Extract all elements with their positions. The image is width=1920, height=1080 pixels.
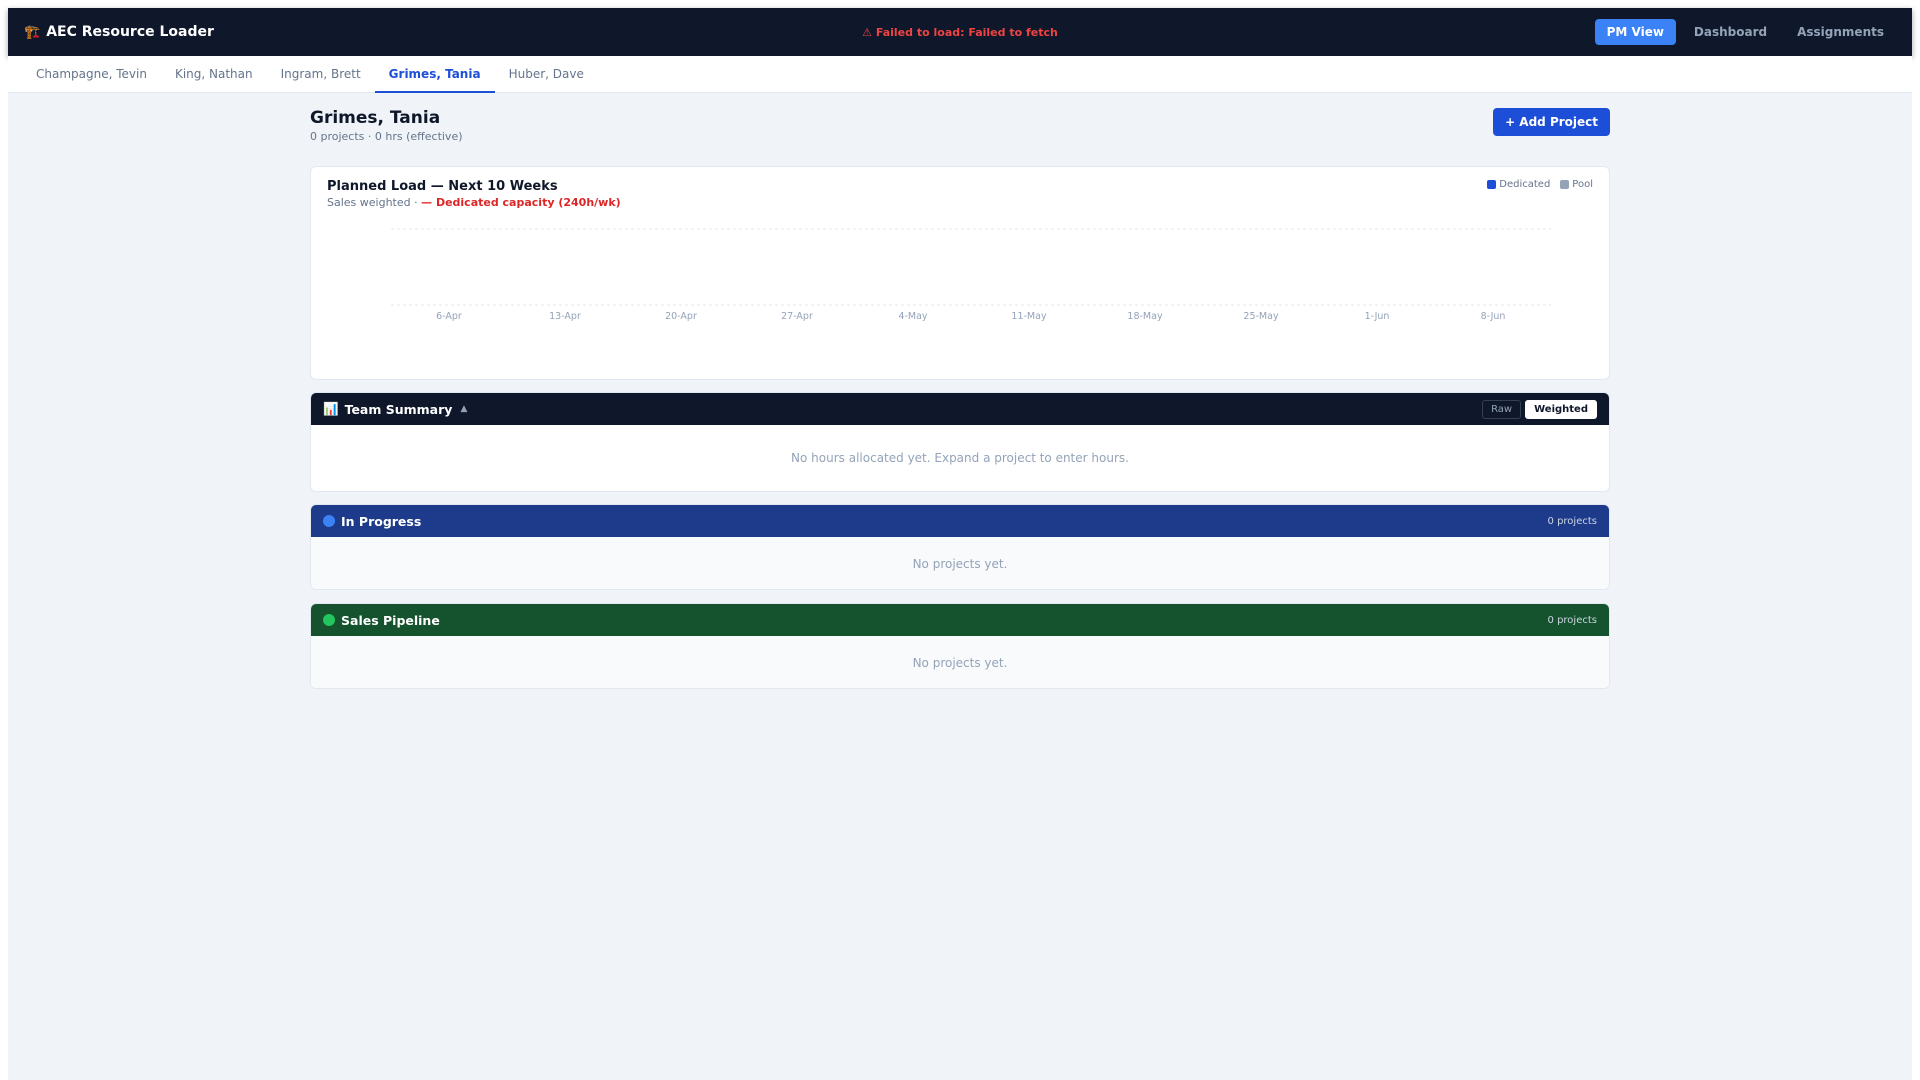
page-header: Grimes, Tania 0 projects · 0 hrs (effect… (310, 108, 1610, 152)
toggle-raw-button[interactable]: Raw (1482, 399, 1522, 419)
page-title: Grimes, Tania (310, 108, 441, 128)
team-summary-empty: No hours allocated yet. Expand a project… (311, 425, 1609, 491)
sales-pipeline-empty: No projects yet. (311, 636, 1609, 688)
planned-load-chart: 6-Apr 13-Apr 20-Apr 27-Apr 4-May 11-May 18-May… (391, 228, 1551, 322)
sales-pipeline-title-wrap: Sales Pipeline (323, 613, 440, 628)
x-tick-label: 13-Apr (549, 311, 581, 322)
green-circle-icon (323, 614, 335, 626)
x-tick-label: 25-May (1243, 311, 1279, 322)
nav-assignments-button[interactable]: Assignments (1785, 19, 1896, 45)
team-summary-title: Team Summary (344, 401, 453, 417)
in-progress-title-wrap: In Progress (323, 514, 421, 529)
tab-ingram-brett[interactable]: Ingram, Brett (267, 56, 375, 93)
legend-item-dedicated: Dedicated (1487, 179, 1550, 190)
app-title: AEC Resource Loader (46, 24, 214, 40)
in-progress-empty: No projects yet. (311, 537, 1609, 589)
team-summary-header[interactable]: 📊 Team Summary ▲ Raw Weighted (311, 393, 1609, 425)
legend-label-dedicated: Dedicated (1499, 179, 1551, 190)
tab-champagne-tevin[interactable]: Champagne, Tevin (22, 56, 161, 93)
x-tick-label: 6-Apr (436, 311, 462, 322)
in-progress-title: In Progress (341, 513, 422, 529)
legend-swatch-pool (1560, 180, 1570, 189)
planned-load-chart-card: Planned Load — Next 10 Weeks Sales weigh… (310, 166, 1610, 380)
x-tick-label: 4-May (898, 311, 927, 322)
main-content: Grimes, Tania 0 projects · 0 hrs (effect… (310, 108, 1610, 689)
sales-pipeline-count: 0 projects (1547, 614, 1597, 626)
team-summary-section: 📊 Team Summary ▲ Raw Weighted No hours a… (310, 392, 1610, 492)
app-brand: 🏗️ AEC Resource Loader (24, 8, 214, 56)
chart-subtitle: Sales weighted · — Dedicated capacity (2… (327, 196, 621, 209)
legend-label-pool: Pool (1572, 179, 1593, 190)
nav-pm-view-button[interactable]: PM View (1594, 19, 1676, 45)
top-bar: 🏗️ AEC Resource Loader ⚠ Failed to load:… (8, 8, 1912, 56)
toggle-weighted-button[interactable]: Weighted (1525, 399, 1597, 419)
x-tick-label: 1-Jun (1365, 311, 1390, 322)
sales-pipeline-title: Sales Pipeline (341, 612, 440, 628)
sales-pipeline-section: Sales Pipeline 0 projects No projects ye… (310, 603, 1610, 689)
legend-swatch-dedicated (1487, 180, 1497, 189)
raw-weighted-toggle: Raw Weighted (1482, 399, 1597, 419)
chart-legend: Dedicated Pool (1487, 179, 1593, 190)
blue-circle-icon (323, 515, 335, 527)
in-progress-header[interactable]: In Progress 0 projects (311, 505, 1609, 537)
chevron-up-icon[interactable]: ▲ (460, 404, 467, 414)
x-tick-label: 27-Apr (781, 311, 813, 322)
bar-chart-icon: 📊 (323, 401, 339, 416)
chart-subtitle-prefix: Sales weighted · (327, 196, 422, 209)
add-project-button[interactable]: + Add Project (1493, 108, 1610, 136)
tab-grimes-tania[interactable]: Grimes, Tania (374, 56, 495, 93)
in-progress-count: 0 projects (1547, 515, 1597, 527)
chart-capacity-label: — Dedicated capacity (240h/wk) (421, 196, 621, 209)
x-tick-label: 20-Apr (665, 311, 697, 322)
legend-item-pool: Pool (1560, 179, 1593, 190)
construction-crane-icon: 🏗️ (24, 24, 41, 40)
x-tick-label: 11-May (1011, 311, 1047, 322)
team-summary-title-wrap: 📊 Team Summary ▲ (323, 401, 467, 417)
tab-huber-dave[interactable]: Huber, Dave (495, 56, 598, 93)
chart-title: Planned Load — Next 10 Weeks (327, 179, 558, 194)
top-nav: PM View Dashboard Assignments (1594, 8, 1896, 56)
x-tick-label: 18-May (1127, 311, 1163, 322)
page-subtitle: 0 projects · 0 hrs (effective) (310, 130, 463, 143)
nav-dashboard-button[interactable]: Dashboard (1682, 19, 1779, 45)
tab-king-nathan[interactable]: King, Nathan (161, 56, 267, 93)
in-progress-section: In Progress 0 projects No projects yet. (310, 504, 1610, 590)
app-root: 🏗️ AEC Resource Loader ⚠ Failed to load:… (8, 8, 1912, 1080)
sales-pipeline-header[interactable]: Sales Pipeline 0 projects (311, 604, 1609, 636)
error-message: ⚠ Failed to load: Failed to fetch (862, 25, 1058, 39)
pm-tabs: Champagne, Tevin King, Nathan Ingram, Br… (8, 56, 1912, 93)
x-tick-label: 8-Jun (1481, 311, 1506, 322)
